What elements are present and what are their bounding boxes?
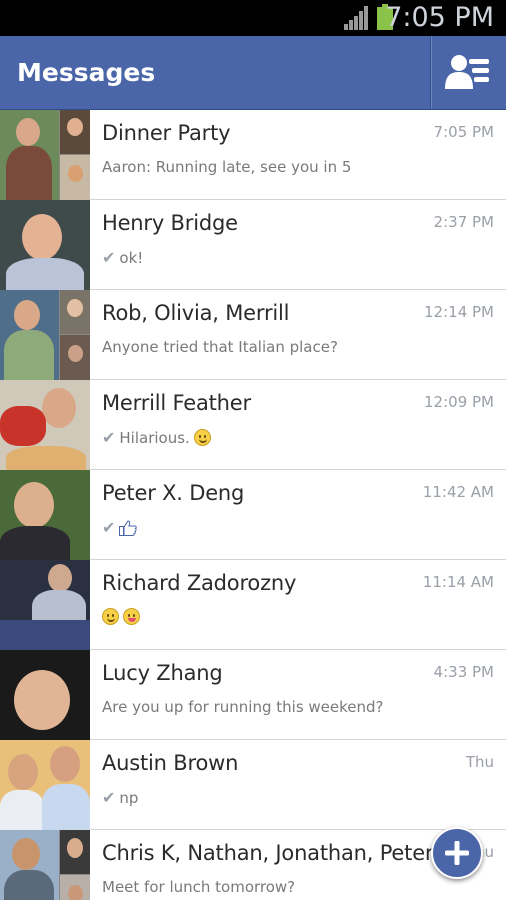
conversation-name: Austin Brown (102, 751, 239, 775)
avatar (0, 470, 90, 560)
conversation-row[interactable]: Chris K, Nathan, Jonathan, Peter Thu Mee… (0, 830, 506, 900)
conversation-time: 2:37 PM (433, 213, 494, 231)
conversation-time: 11:42 AM (422, 483, 494, 501)
thumbs-up-icon (119, 519, 138, 536)
conversation-row[interactable]: Austin Brown Thu ✔ np (0, 740, 506, 830)
snippet-text: Meet for lunch tomorrow? (102, 878, 296, 896)
sent-check-icon: ✔ (102, 788, 116, 807)
conversation-row[interactable]: Rob, Olivia, Merrill 12:14 PM Anyone tri… (0, 290, 506, 380)
message-snippet: ✔ ok! (102, 248, 143, 267)
laughing-emoji-icon (193, 429, 211, 446)
plus-icon (445, 841, 469, 865)
sent-check-icon: ✔ (102, 518, 116, 537)
friends-list-button[interactable] (430, 36, 506, 109)
friends-list-icon (445, 55, 489, 89)
message-snippet: ✔ (102, 518, 138, 537)
snippet-text: Aaron: Running late, see you in 5 (102, 158, 352, 176)
group-avatar (0, 830, 90, 900)
snippet-text: np (119, 788, 139, 807)
new-message-button[interactable] (431, 827, 483, 879)
title-bar: Messages (0, 36, 506, 110)
conversation-name: Dinner Party (102, 121, 231, 145)
conversation-name: Henry Bridge (102, 211, 238, 235)
conversation-row[interactable]: Peter X. Deng 11:42 AM ✔ (0, 470, 506, 560)
conversation-time: Thu (465, 753, 494, 771)
sent-check-icon: ✔ (102, 428, 116, 447)
avatar (0, 740, 90, 830)
page-title: Messages (17, 58, 156, 87)
message-snippet: ✔ np (102, 788, 138, 807)
conversation-name: Chris K, Nathan, Jonathan, Peter (102, 841, 434, 865)
conversation-time: 7:05 PM (433, 123, 494, 141)
message-snippet (102, 608, 140, 625)
conversation-row[interactable]: Richard Zadorozny 11:14 AM (0, 560, 506, 650)
conversation-time: 11:14 AM (422, 573, 494, 591)
conversation-name: Lucy Zhang (102, 661, 223, 685)
group-avatar (0, 290, 90, 380)
conversation-time: 4:33 PM (433, 663, 494, 681)
conversation-row[interactable]: Henry Bridge 2:37 PM ✔ ok! (0, 200, 506, 290)
status-bar: 7:05 PM (0, 0, 506, 36)
message-snippet: Aaron: Running late, see you in 5 (102, 158, 351, 176)
avatar (0, 650, 90, 740)
snippet-text: Are you up for running this weekend? (102, 698, 384, 716)
message-snippet: Are you up for running this weekend? (102, 698, 384, 716)
conversation-row[interactable]: Merrill Feather 12:09 PM ✔ Hilarious. (0, 380, 506, 470)
conversation-row[interactable]: Dinner Party 7:05 PM Aaron: Running late… (0, 110, 506, 200)
avatar (0, 380, 90, 470)
snippet-text: Anyone tried that Italian place? (102, 338, 338, 356)
snippet-text: Hilarious. (119, 428, 190, 447)
conversation-time: 12:14 PM (424, 303, 494, 321)
snippet-text: ok! (119, 248, 144, 267)
conversation-list[interactable]: Dinner Party 7:05 PM Aaron: Running late… (0, 110, 506, 900)
conversation-name: Merrill Feather (102, 391, 251, 415)
status-time: 7:05 PM (385, 2, 494, 33)
conversation-time: 12:09 PM (424, 393, 494, 411)
avatar (0, 200, 90, 290)
message-snippet: ✔ Hilarious. (102, 428, 211, 447)
group-avatar (0, 110, 90, 200)
conversation-name: Peter X. Deng (102, 481, 245, 505)
wink-emoji-icon (102, 608, 119, 625)
tongue-emoji-icon (123, 608, 140, 625)
conversation-name: Rob, Olivia, Merrill (102, 301, 290, 325)
message-snippet: Anyone tried that Italian place? (102, 338, 338, 356)
conversation-name: Richard Zadorozny (102, 571, 297, 595)
signal-icon (344, 6, 368, 30)
sent-check-icon: ✔ (102, 248, 116, 267)
message-snippet: Meet for lunch tomorrow? (102, 878, 295, 896)
avatar (0, 560, 90, 650)
conversation-row[interactable]: Lucy Zhang 4:33 PM Are you up for runnin… (0, 650, 506, 740)
